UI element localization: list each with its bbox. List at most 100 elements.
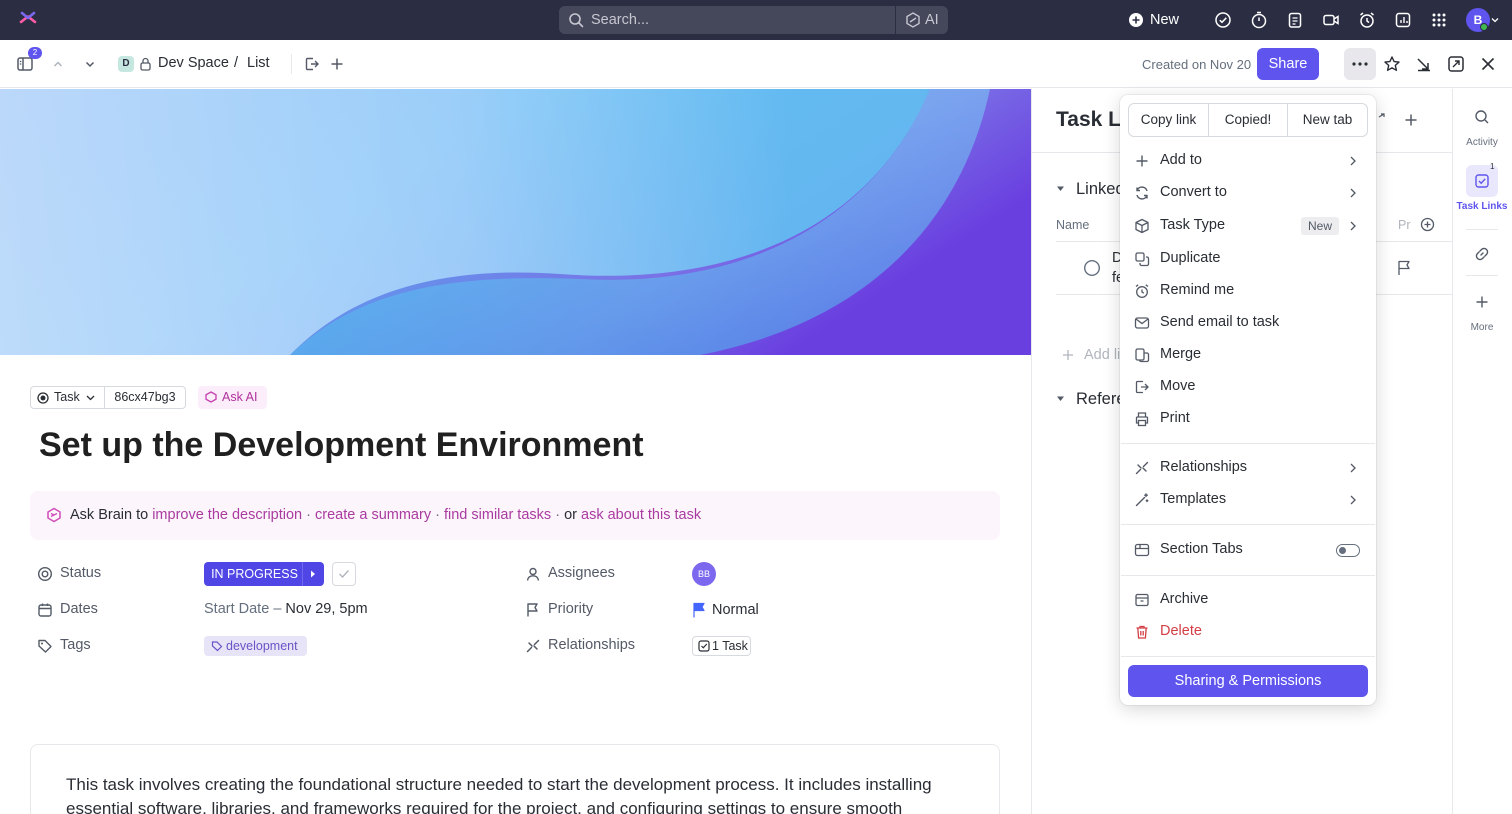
breadcrumb-space[interactable]: Dev Space	[158, 55, 229, 71]
task-type-selector[interactable]: Task	[30, 386, 105, 409]
share-button[interactable]: Share	[1257, 48, 1319, 80]
menu-item-send-email[interactable]: Send email to task	[1128, 308, 1368, 338]
description-box[interactable]: This task involves creating the foundati…	[30, 744, 1000, 814]
new-tab-button[interactable]: New tab	[1287, 103, 1368, 137]
search-bar[interactable]: Search... AI	[559, 6, 948, 34]
check-circle-icon[interactable]	[1214, 11, 1232, 29]
activity-label[interactable]: Activity	[1452, 137, 1512, 148]
add-column-icon[interactable]	[1420, 217, 1435, 232]
menu-item-remind-me[interactable]: Remind me	[1128, 276, 1368, 306]
references-section-title[interactable]: Refere	[1076, 390, 1126, 409]
improve-description-link[interactable]: improve the description	[152, 507, 302, 523]
ask-about-task-link[interactable]: ask about this task	[581, 507, 701, 523]
caret-down-icon[interactable]	[1056, 395, 1065, 403]
flag-icon[interactable]	[1397, 260, 1411, 276]
more-options-button[interactable]	[1344, 48, 1376, 80]
plus-icon[interactable]	[1062, 349, 1074, 361]
copied-button[interactable]: Copied!	[1208, 103, 1288, 137]
task-check-icon	[698, 640, 710, 652]
menu-item-print[interactable]: Print	[1128, 404, 1368, 434]
star-icon[interactable]	[1383, 55, 1401, 73]
search-icon	[568, 12, 584, 28]
menu-item-duplicate[interactable]: Duplicate	[1128, 244, 1368, 274]
timer-icon[interactable]	[1250, 11, 1268, 29]
mark-complete-button[interactable]	[332, 562, 356, 586]
clickup-logo-icon[interactable]	[18, 9, 38, 29]
plus-icon[interactable]	[1475, 295, 1489, 309]
tag-label: development	[226, 639, 298, 653]
add-link-button[interactable]: Add li	[1084, 347, 1120, 363]
more-horizontal-icon	[1352, 62, 1368, 66]
plus-icon[interactable]	[329, 56, 345, 72]
menu-item-label: Move	[1160, 378, 1196, 394]
status-label: Status	[60, 565, 102, 581]
chevron-up-icon[interactable]	[52, 58, 64, 70]
open-external-icon[interactable]	[1376, 113, 1386, 125]
menu-item-archive[interactable]: Archive	[1128, 585, 1368, 615]
search-placeholder: Search...	[591, 12, 650, 28]
section-tabs-toggle[interactable]	[1336, 544, 1360, 557]
priority-flag-icon[interactable]	[692, 602, 706, 618]
task-links-label[interactable]: Task Links	[1452, 201, 1512, 212]
panel-title: Task Li	[1056, 108, 1127, 131]
assignee-avatar[interactable]: BB	[692, 562, 716, 586]
menu-item-convert-to[interactable]: Convert to	[1128, 178, 1368, 208]
notepad-icon[interactable]	[1286, 11, 1304, 29]
linked-section-title[interactable]: Linked	[1076, 180, 1125, 199]
ask-ai-label: Ask AI	[222, 390, 258, 404]
ai-label[interactable]: AI	[925, 12, 939, 28]
new-button[interactable]: New	[1128, 10, 1179, 30]
status-next-button[interactable]	[302, 562, 324, 586]
copy-link-button[interactable]: Copy link	[1128, 103, 1209, 137]
dashboard-icon[interactable]	[1394, 11, 1412, 29]
more-label[interactable]: More	[1452, 322, 1512, 333]
caret-down-icon[interactable]	[1056, 185, 1065, 193]
menu-item-move[interactable]: Move	[1128, 372, 1368, 402]
menu-item-delete[interactable]: Delete	[1128, 617, 1368, 647]
activity-search-icon[interactable]	[1474, 109, 1490, 125]
ask-ai-button[interactable]: Ask AI	[198, 386, 267, 409]
task-id[interactable]: 86cx47bg3	[104, 386, 186, 409]
create-summary-link[interactable]: create a summary	[315, 507, 431, 523]
menu-item-label: Add to	[1160, 152, 1202, 168]
task-status-circle-icon[interactable]	[1083, 259, 1101, 277]
task-type-icon	[37, 392, 49, 404]
expand-icon[interactable]	[1447, 55, 1465, 73]
menu-item-merge[interactable]: Merge	[1128, 340, 1368, 370]
tag-development[interactable]: development	[204, 636, 307, 656]
video-icon[interactable]	[1322, 11, 1340, 29]
sharing-permissions-button[interactable]: Sharing & Permissions	[1128, 665, 1368, 697]
start-date-field[interactable]: Start Date – Nov 29, 5pm	[204, 601, 368, 617]
move-icon	[1134, 379, 1150, 395]
tag-icon	[211, 640, 223, 652]
apps-grid-icon[interactable]	[1430, 11, 1448, 29]
menu-item-section-tabs[interactable]: Section Tabs	[1128, 535, 1368, 565]
start-date-label: Start Date	[204, 601, 270, 617]
task-title[interactable]: Set up the Development Environment	[39, 426, 644, 465]
status-button[interactable]: IN PROGRESS	[204, 562, 305, 586]
chevron-down-icon[interactable]	[84, 58, 96, 70]
find-similar-tasks-link[interactable]: find similar tasks	[444, 507, 551, 523]
menu-item-relationships[interactable]: Relationships	[1128, 453, 1368, 483]
link-icon[interactable]	[1474, 246, 1490, 262]
workspace-badge: D	[118, 56, 134, 72]
plus-circle-icon	[1128, 12, 1144, 28]
plus-icon[interactable]	[1404, 113, 1418, 127]
tabs-icon	[1134, 542, 1150, 558]
menu-item-label: Merge	[1160, 346, 1202, 362]
relationships-value[interactable]: 1 Task	[692, 636, 751, 656]
chevron-down-icon[interactable]	[1491, 16, 1499, 24]
assignees-label: Assignees	[548, 565, 615, 581]
ai-icon[interactable]	[905, 12, 921, 28]
menu-item-templates[interactable]: Templates	[1128, 485, 1368, 515]
magic-wand-icon	[1134, 492, 1150, 508]
breadcrumb-list[interactable]: List	[247, 55, 270, 71]
created-date: Created on Nov 20	[1142, 57, 1252, 72]
priority-value[interactable]: Normal	[712, 602, 759, 618]
menu-item-add-to[interactable]: Add to	[1128, 146, 1368, 176]
move-task-icon[interactable]	[304, 56, 320, 72]
close-icon[interactable]	[1479, 55, 1497, 73]
minimize-icon[interactable]	[1415, 55, 1433, 73]
alarm-clock-icon[interactable]	[1358, 11, 1376, 29]
menu-item-label: Send email to task	[1160, 314, 1280, 330]
